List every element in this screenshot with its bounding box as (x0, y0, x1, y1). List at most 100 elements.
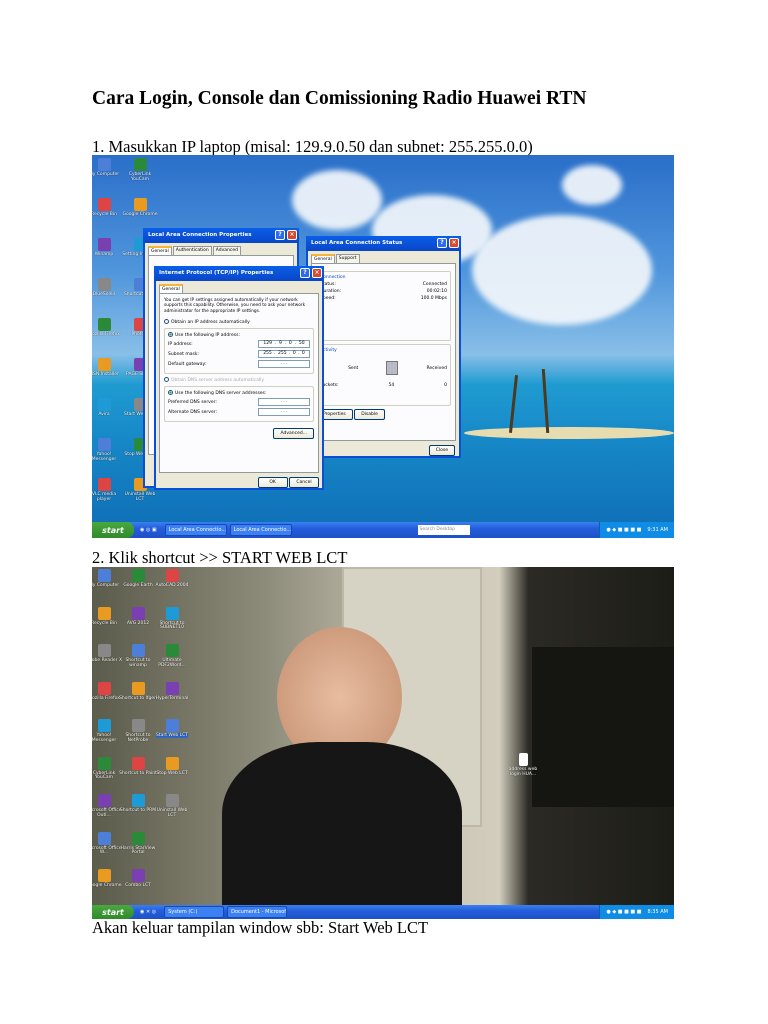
close-button[interactable]: × (312, 268, 322, 278)
desktop-icon-label: Adobe Reader X (92, 658, 123, 663)
desktop-icon-label: Combo LCT (125, 883, 151, 888)
app-icon (97, 358, 111, 371)
desktop-icon[interactable]: Recycle Bin (92, 198, 123, 218)
close-dialog-button[interactable]: Close (428, 445, 455, 456)
desktop-icon-label: VLC media player (92, 492, 117, 502)
app-icon (97, 478, 111, 491)
desktop-icon-label: Google Earth (123, 583, 153, 588)
status-value: Connected (422, 282, 447, 287)
desktop-icon[interactable]: HyperTerminal (153, 681, 191, 702)
app-icon (165, 681, 179, 695)
file-icon[interactable]: address web login HUA... (504, 753, 542, 778)
app-icon (97, 869, 111, 882)
desktop-icon[interactable]: Shortcut to NetProbe (119, 719, 157, 744)
speed-value: 100.0 Mbps (420, 296, 447, 301)
desktop-icon-label: BlueSoleil (92, 292, 116, 297)
subnet-mask-input[interactable]: 255. 255. 0. 0 (258, 350, 310, 359)
auto-dns-radio[interactable]: Obtain DNS server address automatically (164, 377, 314, 383)
desktop-icon-label: Shortcut to SUBNET10 (159, 620, 185, 631)
ip-address-label: IP address: (168, 341, 193, 347)
taskbar: start ◉ ✕ ◎ System (C:) Document1 - Micr… (92, 905, 674, 919)
taskbar-task[interactable]: System (C:) (164, 906, 225, 918)
use-dns-radio[interactable]: Use the following DNS server addresses: (168, 390, 310, 396)
search-desktop-input[interactable]: Search Desktop (417, 525, 470, 535)
desktop-icon[interactable]: Combo LCT (119, 869, 157, 889)
cancel-button[interactable]: Cancel (289, 477, 319, 488)
start-button[interactable]: start (92, 522, 134, 538)
desktop-icon[interactable]: Ultimate PDF2Word... (153, 644, 191, 669)
help-button[interactable]: ? (437, 238, 447, 248)
preferred-dns-input[interactable]: . . . (258, 398, 310, 407)
tab-support[interactable]: Support (335, 254, 360, 263)
ok-button[interactable]: OK (257, 477, 288, 488)
disable-button[interactable]: Disable (354, 409, 385, 420)
desktop-icon-label: Mozilla Firefox (92, 695, 120, 701)
desktop-icon[interactable]: AutoCAD 2004 (153, 569, 191, 589)
desktop-icon-label: Yahoo! Messenger (92, 733, 117, 743)
alternate-dns-input[interactable]: . . . (258, 408, 310, 417)
desktop-icon[interactable]: Uninstall Web LCT (153, 794, 191, 819)
page-title: Cara Login, Console dan Comissioning Rad… (92, 88, 587, 109)
intro-text: You can get IP settings assigned automat… (164, 298, 306, 314)
help-button[interactable]: ? (275, 230, 285, 240)
taskbar-task[interactable]: Local Area Connectio... (229, 524, 292, 536)
desktop-icon[interactable]: Start Web LCT (153, 719, 191, 739)
desktop-icon-label: Microsoft Office W... (92, 845, 122, 856)
app-icon (131, 794, 145, 807)
tab-advanced[interactable]: Advanced (212, 246, 242, 255)
taskbar-task[interactable]: Document1 - Microsof... (227, 906, 288, 918)
sent-label: Sent (348, 365, 359, 371)
lan-status-dialog: Local Area Connection Status? × General S… (306, 236, 461, 458)
app-icon (97, 158, 111, 171)
desktop-icon[interactable]: Google Earth (119, 569, 157, 589)
app-icon (97, 606, 111, 620)
gateway-label: Default gateway: (168, 361, 207, 367)
gateway-input[interactable]: . . . (258, 360, 310, 369)
tab-general[interactable]: General (148, 246, 172, 255)
desktop-icon[interactable]: Mozilla Firefox (92, 318, 123, 338)
desktop-icon[interactable]: CyberLink YouCam (121, 158, 159, 183)
desktop-icon-label: Ultimate PDF2Word... (158, 658, 186, 668)
app-icon (131, 719, 145, 732)
taskbar: start ◉ ◎ ▣ Local Area Connectio... Loca… (92, 522, 674, 538)
ip-address-input[interactable]: 129. 9. 0. 50 (258, 340, 310, 349)
help-button[interactable]: ? (300, 268, 310, 278)
desktop-icon-label: Harris StarView Portal (120, 845, 156, 856)
tray-icons[interactable]: ● ◆ ■ ■ ■ ■ (606, 909, 641, 915)
close-button[interactable]: × (287, 230, 297, 240)
desktop-icon-label: Google Chrome (122, 212, 158, 217)
desktop-icon-label: Shortcut to PRM (119, 808, 157, 813)
start-button[interactable]: start (92, 905, 134, 919)
desktop-icon[interactable]: VLC media player (92, 478, 123, 503)
taskbar-task[interactable]: Local Area Connectio... (164, 524, 227, 536)
desktop-icon[interactable]: BlueSoleil (92, 278, 123, 298)
subnet-mask-label: Subnet mask: (168, 351, 199, 357)
desktop-icon[interactable]: My Computer (92, 158, 123, 178)
desktop-icon[interactable]: Google Chrome (121, 198, 159, 218)
auto-ip-radio[interactable]: Obtain an IP address automatically (164, 319, 314, 325)
desktop-icon[interactable]: Stop Web LCT (153, 756, 191, 777)
desktop-icon[interactable]: Shortcut to lfgen (119, 681, 157, 702)
quick-launch-icons[interactable]: ◉ ◎ ▣ (140, 527, 157, 533)
tab-authentication[interactable]: Authentication (172, 246, 212, 255)
tray-icons[interactable]: ● ◆ ■ ■ ■ ■ (606, 527, 641, 533)
advanced-button[interactable]: Advanced... (273, 428, 314, 440)
app-icon (133, 158, 147, 171)
tab-general[interactable]: General (159, 284, 183, 293)
desktop-icon-label: Winamp (94, 252, 114, 257)
quick-launch-icons[interactable]: ◉ ✕ ◎ (140, 909, 156, 915)
desktop-icon[interactable]: Avira (92, 398, 123, 418)
desktop-icon[interactable]: Shortcut to winamp (119, 644, 157, 669)
use-ip-radio[interactable]: Use the following IP address: (168, 332, 310, 338)
desktop-icon[interactable]: Yahoo! Messenger (92, 438, 123, 463)
desktop-icon[interactable]: Shortcut to Paint (119, 756, 157, 777)
desktop-icon[interactable]: Shortcut to PRM (119, 794, 157, 814)
dialog-title: Local Area Connection Properties (148, 232, 252, 238)
desktop-icon[interactable]: MSN Installer (92, 358, 123, 378)
desktop-icon[interactable]: AVG 2012 (119, 606, 157, 627)
desktop-icon[interactable]: Shortcut to SUBNET10 (153, 606, 191, 632)
desktop-icon[interactable]: Winamp (92, 238, 123, 258)
desktop-icon[interactable]: Harris StarView Portal (119, 831, 157, 857)
close-button[interactable]: × (449, 238, 459, 248)
tab-general[interactable]: General (311, 254, 335, 263)
